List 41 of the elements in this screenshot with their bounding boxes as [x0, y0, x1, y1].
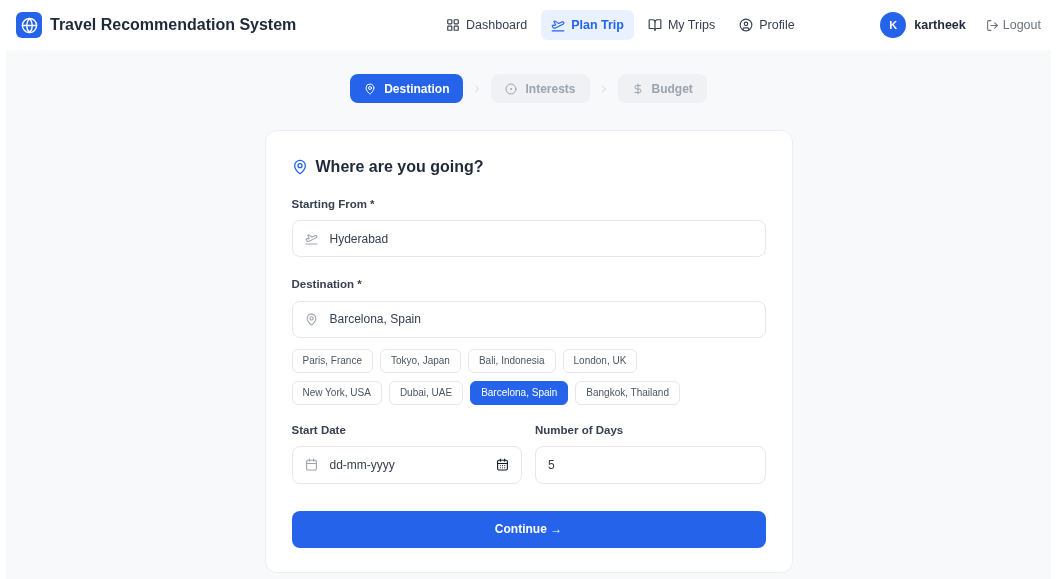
days-field[interactable]: 5	[535, 445, 766, 484]
nav-tab[interactable]: Plan Trip	[541, 10, 634, 40]
plane-icon	[551, 18, 566, 32]
dollar-icon	[631, 82, 644, 95]
destination-chip[interactable]: London, UK	[562, 348, 638, 373]
form-title: Where are you going?	[315, 157, 484, 177]
user-circle-icon	[739, 18, 754, 32]
logout-icon	[985, 18, 999, 32]
start-date-field[interactable]: dd-mm-yyyy	[291, 445, 522, 484]
calendar-icon	[304, 458, 318, 472]
plane-icon	[304, 232, 318, 246]
field-label: Number of Days	[535, 422, 625, 438]
destination-chip[interactable]: Bangkok, Thailand	[575, 380, 680, 405]
user-avatar[interactable]: K	[880, 12, 907, 38]
calendar-picker-icon[interactable]	[496, 458, 509, 472]
nav-tab[interactable]: Profile	[729, 10, 805, 40]
destination-field[interactable]: Barcelona, Spain	[291, 300, 766, 338]
grid-icon	[446, 18, 460, 32]
circle-icon	[505, 82, 518, 95]
field-label: Starting From *	[291, 197, 376, 212]
map-pin-icon	[291, 159, 308, 175]
step-tab[interactable]: Destination	[350, 74, 464, 103]
nav-tab[interactable]: My Trips	[637, 10, 726, 40]
map-pin-icon	[364, 82, 377, 95]
destination-chip[interactable]: New York, USA	[291, 380, 382, 405]
destination-chip[interactable]: Barcelona, Spain	[470, 380, 569, 405]
map-pin-icon	[304, 312, 318, 326]
username: kartheek	[914, 16, 966, 34]
book-icon	[647, 18, 662, 32]
field-label: Destination *	[291, 277, 363, 293]
app-title: Travel Recommendation System	[50, 15, 297, 35]
starting-from-field[interactable]: Hyderabad	[291, 220, 766, 258]
destination-chip[interactable]: Tokyo, Japan	[379, 348, 461, 373]
destination-chip[interactable]: Dubai, UAE	[388, 380, 464, 405]
nav-tab[interactable]: Dashboard	[436, 10, 538, 40]
continue-button[interactable]: Continue →	[291, 510, 766, 548]
globe-logo-icon	[16, 12, 42, 38]
destination-chip[interactable]: Paris, France	[291, 348, 373, 373]
destination-chip[interactable]: Bali, Indonesia	[467, 348, 556, 373]
field-label: Start Date	[291, 422, 347, 438]
logout-button[interactable]: Logout	[985, 15, 1041, 35]
